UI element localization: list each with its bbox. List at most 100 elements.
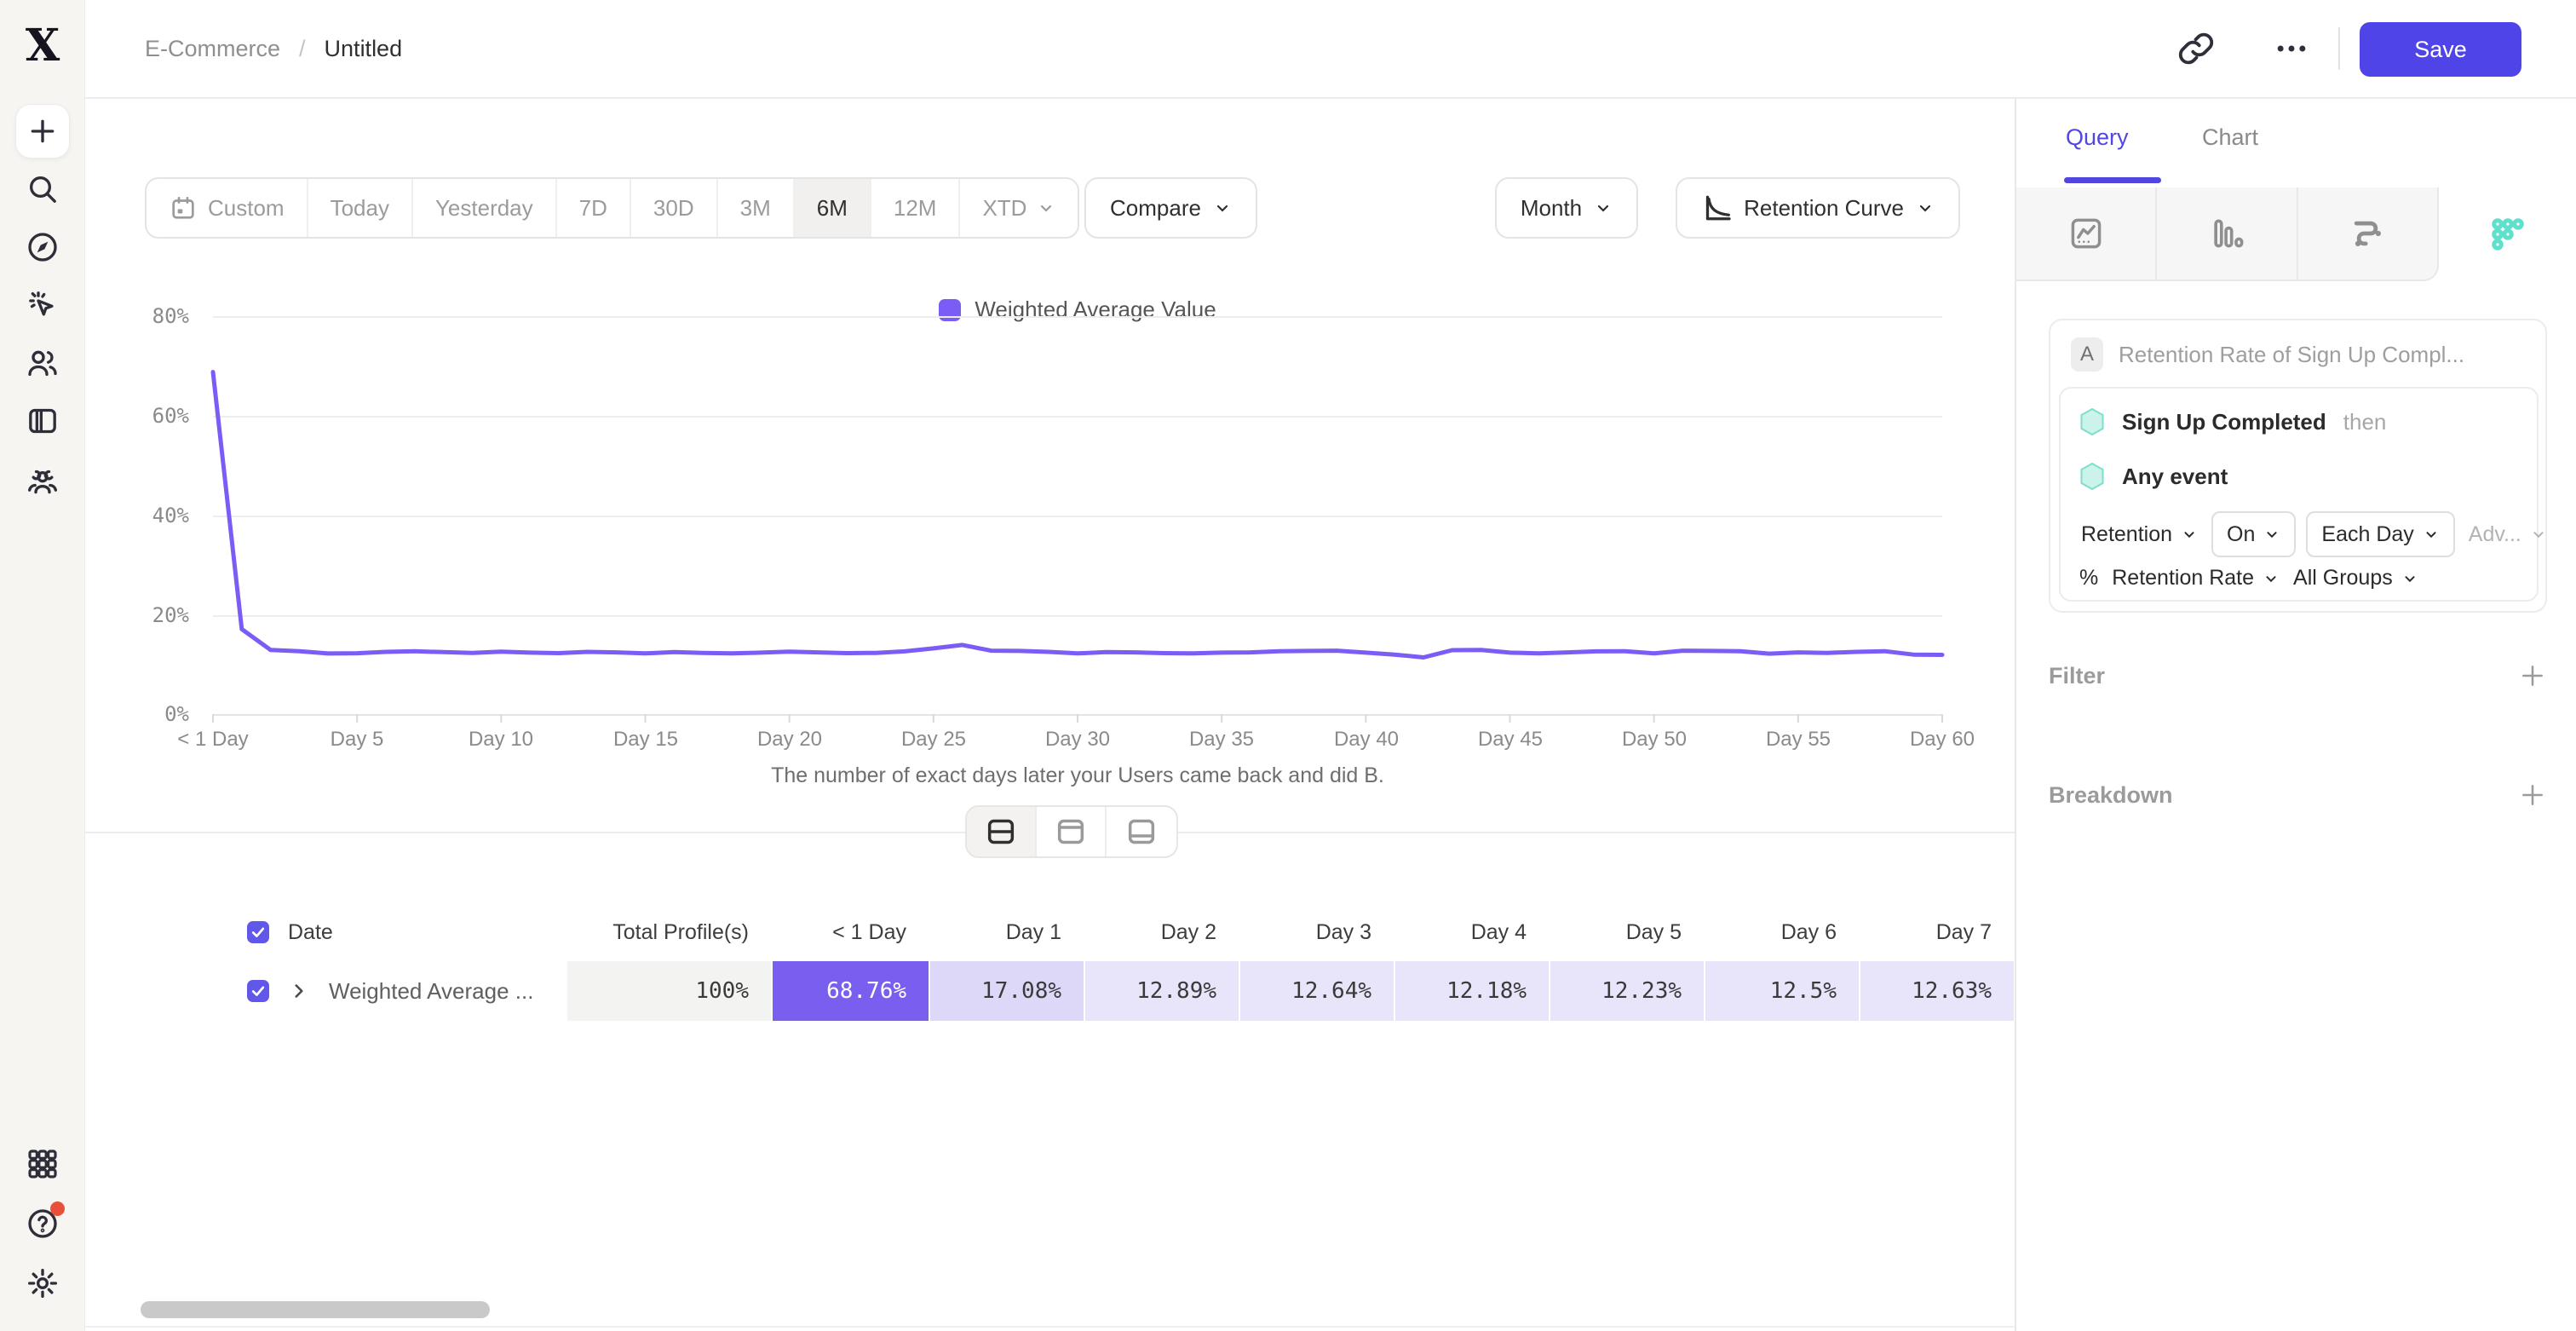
x-tick-label: Day 50: [1622, 728, 1687, 752]
second-event-row[interactable]: Any event: [2079, 462, 2228, 491]
calendar-icon: [169, 193, 198, 222]
chart-type-dropdown[interactable]: Retention Curve: [1676, 177, 1960, 239]
cell-lt1day[interactable]: 68.76%: [771, 961, 929, 1021]
x-tick-label: Day 35: [1189, 728, 1254, 752]
compare-button[interactable]: Compare: [1084, 177, 1257, 239]
create-new-button[interactable]: [15, 104, 70, 158]
column-header[interactable]: Day 6: [1704, 920, 1859, 945]
event-hexagon-icon: [2079, 407, 2105, 436]
groups-dropdown[interactable]: All Groups: [2293, 566, 2418, 591]
event-hexagon-icon: [2079, 462, 2105, 491]
y-tick-label: 40%: [85, 504, 189, 527]
x-tick-label: Day 10: [469, 728, 533, 752]
select-all-checkbox[interactable]: [247, 921, 269, 943]
insights-chart-icon: [2067, 215, 2105, 252]
cohorts-group-icon[interactable]: [26, 465, 60, 499]
x-tick-label: Day 15: [613, 728, 678, 752]
breakdown-label: Breakdown: [2049, 782, 2173, 809]
cell-day1[interactable]: 17.08%: [929, 961, 1084, 1021]
row-expand-chevron-icon[interactable]: [288, 980, 310, 1002]
topbar-divider: [2338, 27, 2340, 70]
x-tick-label: Day 60: [1910, 728, 1975, 752]
horizontal-scrollbar-thumb[interactable]: [141, 1301, 490, 1318]
granularity-dropdown[interactable]: Month: [1495, 177, 1638, 239]
range-3m[interactable]: 3M: [718, 179, 795, 237]
x-tick-label: Day 25: [901, 728, 966, 752]
tab-query[interactable]: Query: [2066, 124, 2129, 162]
layout-table-only-button[interactable]: [1107, 807, 1176, 856]
range-7d[interactable]: 7D: [557, 179, 631, 237]
breadcrumb-project[interactable]: E-Commerce: [145, 36, 280, 62]
range-yesterday[interactable]: Yesterday: [413, 179, 557, 237]
layout-split-button[interactable]: [967, 807, 1037, 856]
chevron-down-icon: [2181, 526, 2198, 543]
cell-day3[interactable]: 12.64%: [1239, 961, 1394, 1021]
retention-type-dropdown[interactable]: Retention: [2073, 522, 2206, 547]
search-icon[interactable]: [26, 172, 60, 206]
breadcrumb-report-title[interactable]: Untitled: [325, 36, 403, 62]
add-filter-button[interactable]: [2518, 661, 2547, 690]
copy-link-icon[interactable]: [2176, 28, 2217, 69]
help-icon[interactable]: [26, 1207, 60, 1241]
chevron-down-icon: [2423, 526, 2440, 543]
flows-report-tab[interactable]: [2298, 187, 2439, 281]
cell-total[interactable]: 100%: [566, 961, 771, 1021]
compass-discover-icon[interactable]: [26, 230, 60, 264]
apps-grid-icon[interactable]: [26, 1147, 60, 1181]
cell-day7[interactable]: 12.63%: [1859, 961, 2014, 1021]
column-header[interactable]: Day 7: [1859, 920, 2014, 945]
range-custom[interactable]: Custom: [147, 179, 308, 237]
on-dropdown[interactable]: On: [2211, 511, 2296, 557]
app-sidebar: X: [0, 0, 85, 1331]
table-header-row: Date Total Profile(s) < 1 Day Day 1 Day …: [247, 908, 2015, 956]
insights-report-tab[interactable]: [2016, 187, 2157, 281]
cell-day4[interactable]: 12.18%: [1394, 961, 1549, 1021]
chevron-down-icon: [1916, 199, 1935, 217]
range-xtd[interactable]: XTD: [960, 179, 1078, 237]
column-header-total[interactable]: Total Profile(s): [566, 920, 771, 945]
column-header-date[interactable]: Date: [288, 920, 333, 945]
row-checkbox[interactable]: [247, 980, 269, 1002]
column-header[interactable]: Day 4: [1394, 920, 1549, 945]
column-header[interactable]: Day 1: [929, 920, 1084, 945]
active-tab-underline: [2064, 177, 2161, 183]
report-main: Custom Today Yesterday 7D 30D 3M 6M 12M …: [85, 99, 2015, 1331]
add-breakdown-button[interactable]: [2518, 781, 2547, 810]
boards-icon[interactable]: [26, 404, 60, 438]
column-header[interactable]: Day 2: [1084, 920, 1239, 945]
range-today[interactable]: Today: [308, 179, 413, 237]
column-header[interactable]: < 1 Day: [771, 920, 929, 945]
users-icon[interactable]: [26, 346, 60, 380]
report-type-strip: [2016, 187, 2576, 281]
measure-dropdown[interactable]: Retention Rate: [2112, 566, 2280, 591]
retention-line-chart[interactable]: [213, 316, 1942, 725]
retention-report-tab[interactable]: [2439, 187, 2576, 281]
cell-day2[interactable]: 12.89%: [1084, 961, 1239, 1021]
layout-chart-only-button[interactable]: [1037, 807, 1107, 856]
advanced-dropdown[interactable]: Adv...: [2460, 522, 2556, 547]
x-axis-caption: The number of exact days later your User…: [213, 763, 1942, 788]
range-6m-selected[interactable]: 6M: [795, 179, 871, 237]
chevron-down-icon: [2401, 570, 2418, 587]
mixpanel-logo-icon[interactable]: X: [20, 22, 65, 70]
x-tick-label: Day 55: [1766, 728, 1831, 752]
more-options-icon[interactable]: [2271, 28, 2312, 69]
tab-chart[interactable]: Chart: [2202, 124, 2258, 162]
row-label[interactable]: Weighted Average ...: [329, 978, 533, 1005]
x-tick-label: < 1 Day: [177, 728, 248, 752]
range-12m[interactable]: 12M: [871, 179, 961, 237]
cell-day6[interactable]: 12.5%: [1704, 961, 1859, 1021]
funnels-report-tab[interactable]: [2157, 187, 2297, 281]
first-event-row[interactable]: Sign Up Completed then: [2079, 407, 2386, 436]
save-button[interactable]: Save: [2360, 22, 2521, 77]
query-title[interactable]: Retention Rate of Sign Up Compl...: [2119, 342, 2464, 368]
settings-gear-icon[interactable]: [26, 1266, 60, 1300]
frequency-dropdown[interactable]: Each Day: [2306, 511, 2454, 557]
cursor-click-events-icon[interactable]: [26, 288, 60, 322]
cell-day5[interactable]: 12.23%: [1549, 961, 1704, 1021]
column-header[interactable]: Day 5: [1549, 920, 1704, 945]
chevron-down-icon: [2263, 570, 2280, 587]
column-header[interactable]: Day 3: [1239, 920, 1394, 945]
panel-bottom-icon: [1124, 815, 1159, 849]
range-30d[interactable]: 30D: [631, 179, 718, 237]
